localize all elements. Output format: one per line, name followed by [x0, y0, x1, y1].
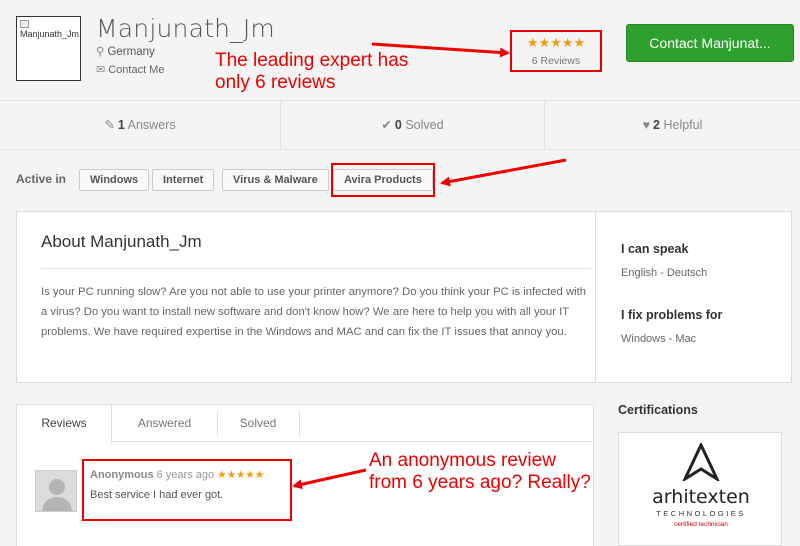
answers-count: 1: [117, 118, 125, 132]
annotation-reviews-line2: only 6 reviews: [215, 72, 336, 93]
review-stars-icon: ★★★★★: [217, 469, 265, 481]
about-panel: About Manjunath_Jm Is your PC running sl…: [16, 211, 792, 383]
answers-label: Answers: [127, 118, 176, 132]
about-text: Is your PC running slow? Are you not abl…: [41, 286, 587, 338]
tag-windows[interactable]: Windows: [79, 169, 150, 191]
solved-label: Solved: [405, 118, 444, 132]
user-silhouette-icon: [36, 471, 76, 511]
tag-internet[interactable]: Internet: [152, 169, 215, 191]
annotation-highlight-tag: [331, 163, 435, 197]
certification-badge[interactable]: arhitexten TECHNOLOGIES certified techni…: [618, 432, 782, 546]
contact-me-link[interactable]: ✉ Contact Me: [96, 63, 164, 76]
tab-reviews[interactable]: Reviews: [17, 405, 112, 443]
location-text: Germany: [107, 46, 155, 58]
tag-virus-malware[interactable]: Virus & Malware: [222, 169, 329, 191]
check-icon: ✔: [381, 118, 392, 132]
avatar: Manjunath_Jm: [16, 16, 81, 81]
arhitexten-logo-icon: [681, 441, 721, 483]
broken-image-icon: [20, 20, 29, 28]
cert-sub: TECHNOLOGIES: [656, 509, 746, 518]
divider: [595, 212, 596, 382]
tab-answered[interactable]: Answered: [112, 405, 217, 442]
annotation-reviews: The leading expert has only 6 reviews: [215, 50, 408, 94]
divider: [299, 411, 300, 436]
pencil-icon: ✎: [104, 118, 115, 132]
active-in-label: Active in: [16, 172, 67, 186]
divider: [41, 268, 591, 269]
location-pin-icon: ⚲: [96, 46, 105, 58]
review-author: Anonymous: [90, 469, 154, 481]
envelope-icon: ✉: [96, 64, 106, 76]
fixes-heading: I fix problems for: [621, 308, 723, 322]
heart-icon: ♥: [642, 118, 651, 132]
review-item: Anonymous 6 years ago ★★★★★ Best service…: [82, 459, 292, 521]
certification-logo: arhitexten TECHNOLOGIES certified techni…: [619, 441, 783, 528]
languages-value: English - Deutsch: [621, 267, 708, 279]
profile-name: Manjunath_Jm: [96, 14, 275, 43]
contact-me-label: Contact Me: [108, 64, 165, 76]
stat-helpful[interactable]: ♥ 2 Helpful: [545, 101, 800, 149]
reviewer-avatar: [35, 470, 77, 512]
annotation-reviews-line1: The leading expert has: [215, 50, 409, 71]
stat-answers[interactable]: ✎ 1 Answers: [0, 101, 280, 149]
annotation-anonymous: An anonymous review from 6 years ago? Re…: [369, 450, 591, 494]
contact-expert-button[interactable]: Contact Manjunat...: [626, 24, 794, 62]
fixes-value: Windows - Mac: [621, 333, 697, 345]
certifications-heading: Certifications: [618, 403, 698, 417]
cert-brand: arhitexten: [652, 486, 750, 508]
annotation-anonymous-line2: from 6 years ago? Really?: [369, 472, 591, 493]
about-title: About Manjunath_Jm: [41, 232, 202, 251]
helpful-count: 2: [653, 118, 660, 132]
helpful-label: Helpful: [663, 118, 703, 132]
cert-badge-text: certified technician: [674, 521, 728, 528]
arrow-to-tag: [440, 158, 567, 187]
review-meta: Anonymous 6 years ago ★★★★★: [90, 469, 264, 481]
rating-summary[interactable]: ★★★★★ 6 Reviews: [510, 30, 602, 72]
languages-heading: I can speak: [621, 242, 689, 256]
avatar-alt-text: Manjunath_Jm: [20, 29, 80, 39]
about-section: About Manjunath_Jm Is your PC running sl…: [41, 232, 591, 338]
annotation-anonymous-line1: An anonymous review: [369, 450, 556, 471]
tab-solved[interactable]: Solved: [217, 405, 299, 442]
rating-stars-icon: ★★★★★: [526, 35, 586, 50]
stat-solved[interactable]: ✔ 0 Solved: [281, 101, 544, 149]
stats-bar: ✎ 1 Answers ✔ 0 Solved ♥ 2 Helpful: [0, 100, 800, 150]
review-time: 6 years ago: [156, 469, 215, 481]
solved-count: 0: [394, 118, 402, 132]
review-text: Best service I had ever got.: [90, 489, 224, 501]
reviews-tabs: Reviews Answered Solved: [17, 405, 593, 443]
profile-location: ⚲ Germany: [96, 44, 155, 58]
reviews-count: 6 Reviews: [531, 55, 581, 67]
